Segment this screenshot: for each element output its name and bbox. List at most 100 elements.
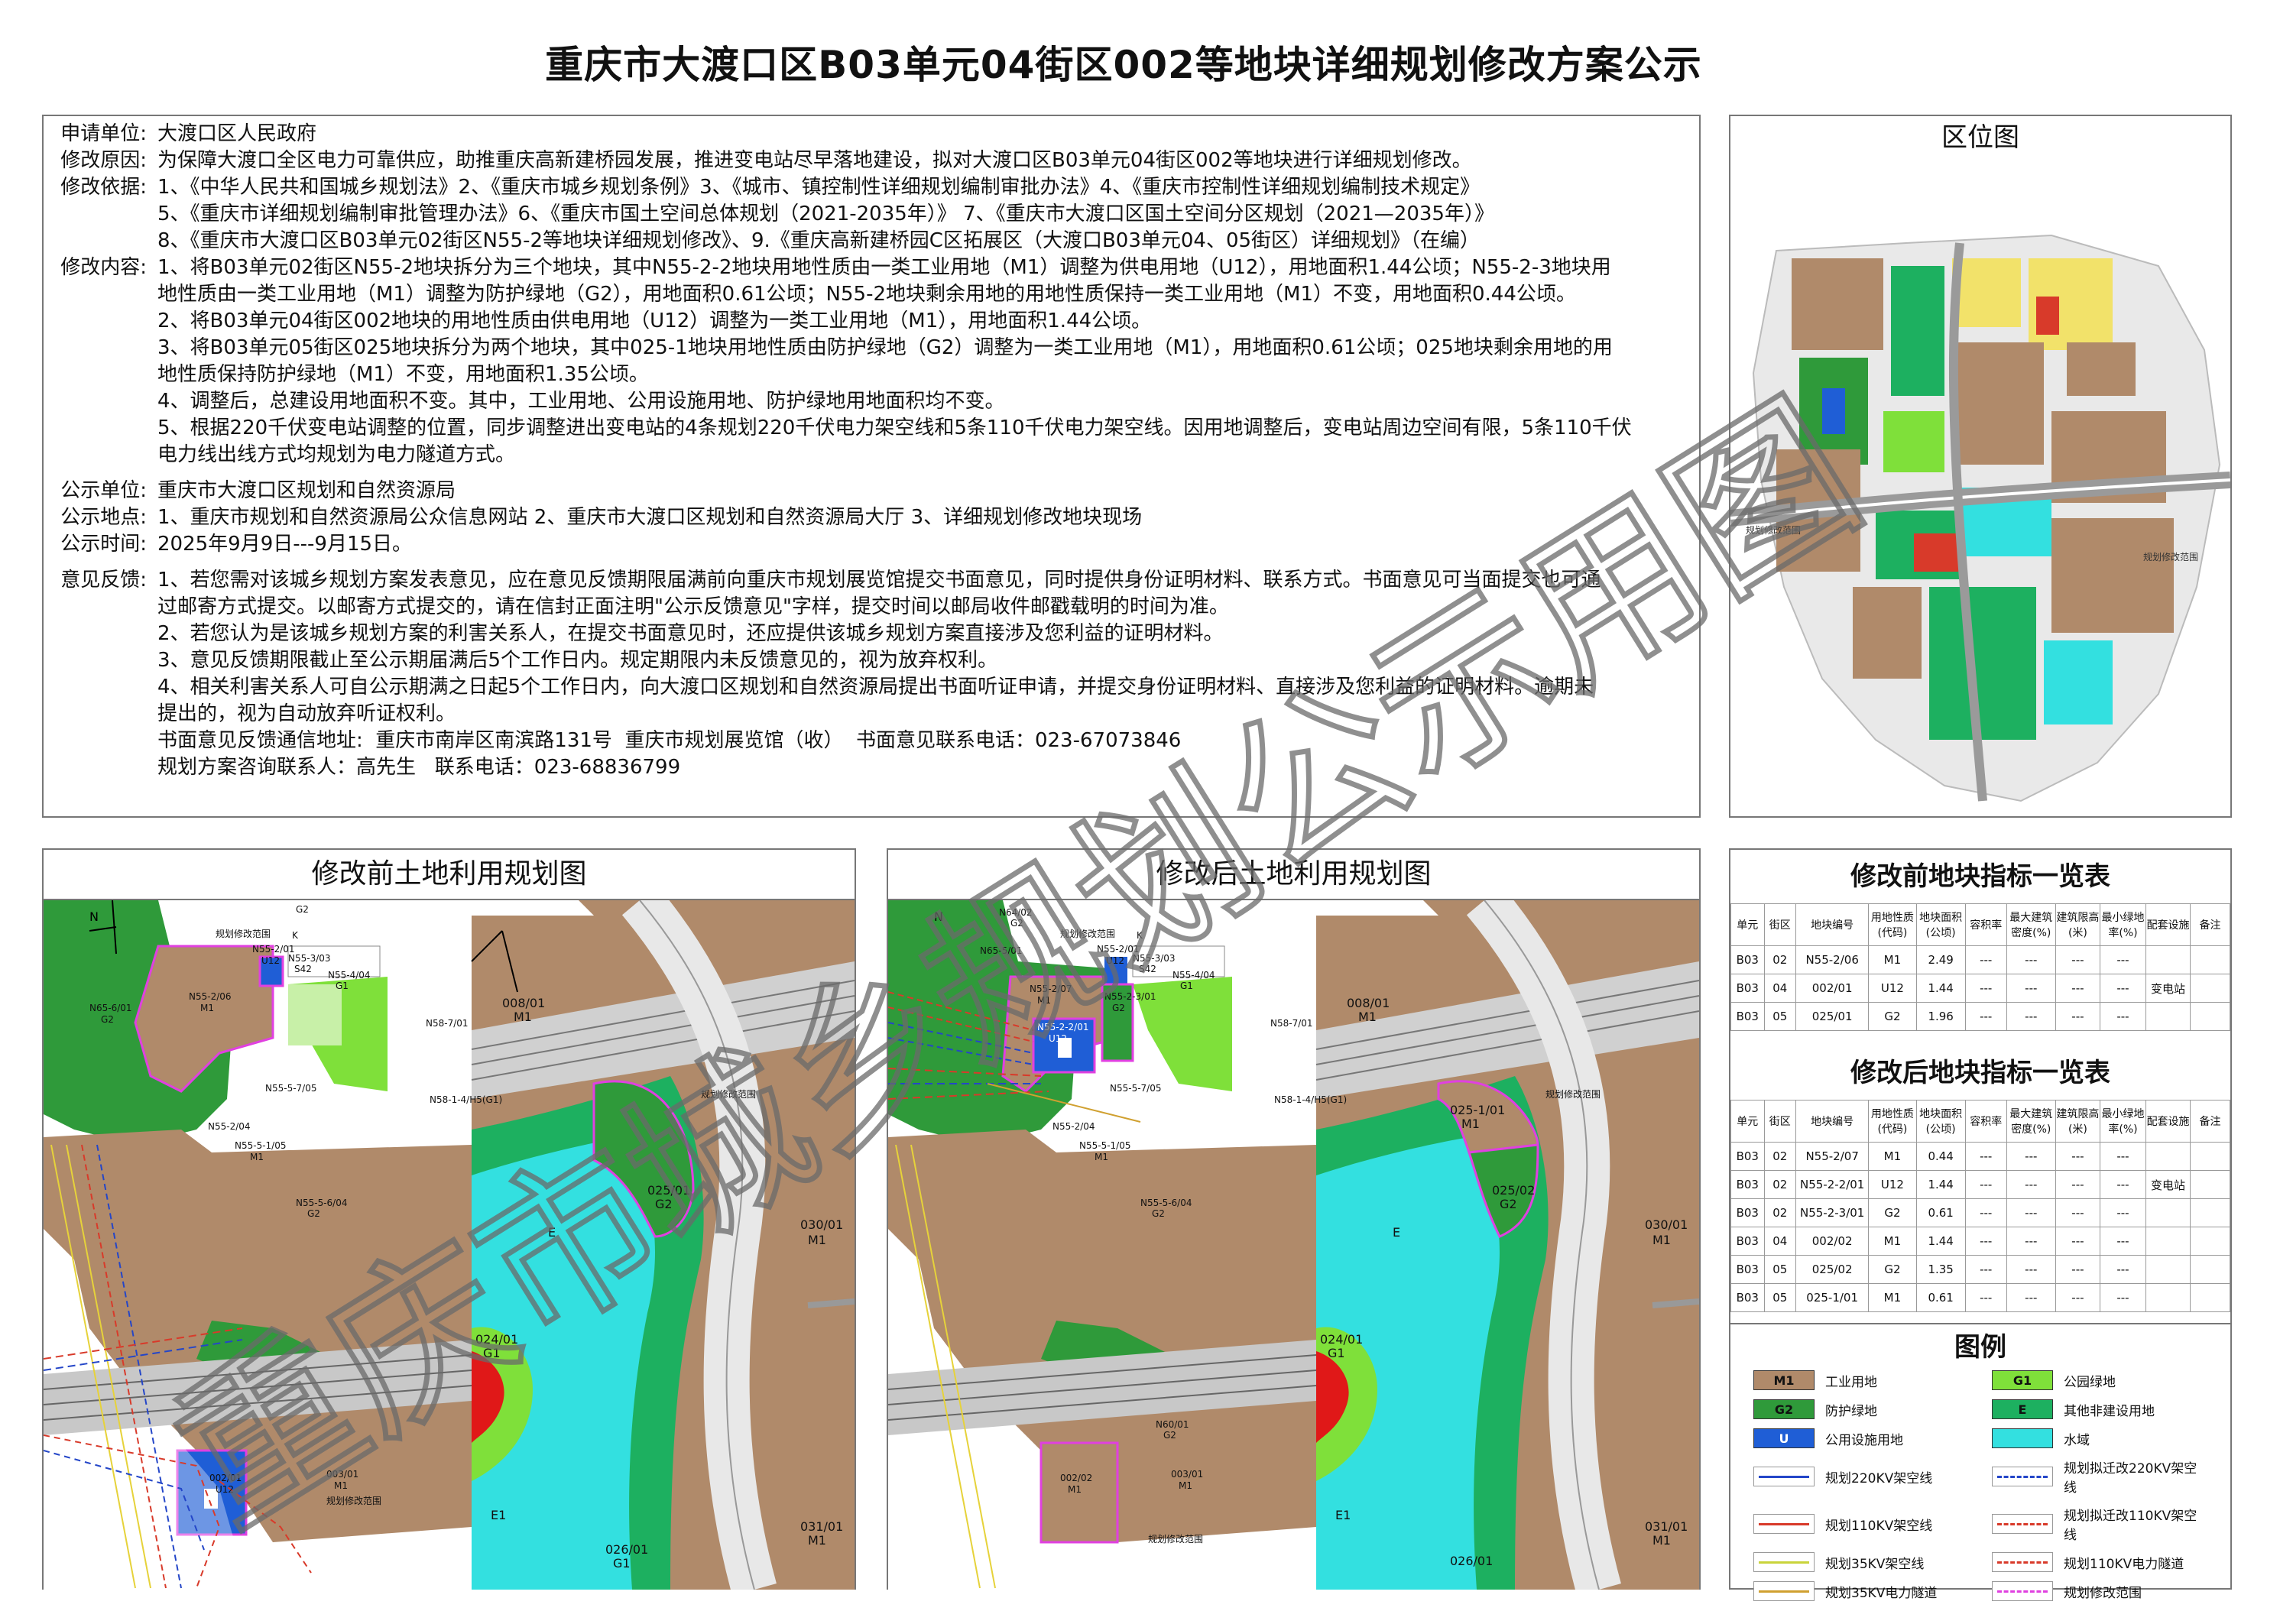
table-cell: ---	[2055, 945, 2100, 974]
th: 建筑限高(米)	[2055, 903, 2100, 946]
legend-item: G1 公园绿地	[1992, 1370, 2207, 1390]
table-cell: ---	[2055, 1002, 2100, 1031]
legend-code: E	[2018, 1402, 2027, 1417]
table-cell: ---	[2006, 1002, 2056, 1031]
loc-block-m1	[2067, 342, 2136, 396]
before-map-panel: 修改前土地利用规划图 N 规划修改范围 N55-2/01 U12 N55-3/0…	[42, 848, 856, 1596]
legend-swatch	[1753, 1552, 1815, 1572]
th: 用地性质(代码)	[1868, 1100, 1917, 1143]
table-row: B03 02 N55-2-2/01 U12 1.44 --- --- --- --- 变电站	[1730, 1170, 2230, 1199]
label-n652: N55-2/07	[1030, 984, 1072, 994]
th: 配套设施	[2145, 903, 2191, 946]
table-cell: ---	[2006, 1198, 2056, 1227]
table-cell: ---	[1964, 1227, 2007, 1256]
label-a031: 031/01	[1645, 1519, 1688, 1534]
legend-item: 规划35KV电力隧道	[1753, 1581, 1969, 1601]
legend-swatch	[1992, 1428, 2053, 1448]
after-map-title: 修改后土地利用规划图	[888, 850, 1699, 900]
feedback-line: 2、若您认为是该城乡规划方案的利害关系人，在提交书面意见时，还应提供该城乡规划方…	[157, 622, 1224, 645]
table-cell: ---	[2006, 945, 2056, 974]
label-b003: 003/01	[326, 1469, 358, 1480]
th: 用地性质(代码)	[1868, 903, 1917, 946]
label-n587: N58-7/01	[1270, 1018, 1313, 1029]
location-map: 规划修改范围 规划修改范围	[1729, 159, 2231, 816]
label-n552c: N55-2/04	[1052, 1121, 1095, 1132]
loc-label-right: 规划修改范围	[2143, 551, 2198, 562]
after-map-panel: 修改后土地利用规划图 N 规划修改范围 N64/02 G2 N65-5/01 N…	[887, 848, 1701, 1596]
table-cell: G2	[1868, 1255, 1917, 1284]
label-n553: N55-3/03	[1133, 953, 1176, 964]
legend-label: 公园绿地	[2064, 1374, 2116, 1390]
table-cell: B03	[1730, 1170, 1765, 1199]
th: 街区	[1763, 903, 1796, 946]
label-n642: N64/02	[999, 907, 1033, 918]
th: 建筑限高(米)	[2055, 1100, 2100, 1143]
table-cell: 05	[1763, 1255, 1796, 1284]
label-b002: 002/01	[209, 1473, 242, 1483]
label-n553-use: S42	[294, 964, 312, 974]
legend-swatch: M1	[1753, 1370, 1815, 1390]
label-n656: N65-6/01	[89, 1003, 132, 1013]
label-n554-use: G1	[336, 981, 349, 991]
feedback-line: 4、相关利害关系人可自公示期满之日起5个工作日内，向大渡口区规划和自然资源局提出…	[157, 676, 1594, 699]
table-cell: ---	[2006, 1227, 2056, 1256]
label-g2-top: G2	[296, 904, 309, 915]
table-cell: ---	[2099, 1170, 2147, 1199]
table-cell	[2145, 1142, 2191, 1171]
basis-label: 修改依据:	[60, 176, 147, 199]
content-line: 4、调整后，总建设用地面积不变。其中，工业用地、公用设施用地、防护绿地用地面积均…	[157, 390, 1005, 413]
table-row: B03 02 N55-2/07 M1 0.44 --- --- --- ---	[1730, 1142, 2230, 1171]
table-cell: 002/02	[1795, 1227, 1870, 1256]
table-cell: ---	[1964, 945, 2007, 974]
th: 备注	[2190, 903, 2230, 946]
label-a002-use: M1	[1068, 1484, 1082, 1495]
table-cell: G2	[1868, 1198, 1917, 1227]
table-cell: ---	[2055, 1170, 2100, 1199]
legend-item: 规划修改范围	[1992, 1581, 2207, 1601]
table-cell: ---	[2099, 974, 2147, 1003]
legend-swatch: U	[1753, 1428, 1815, 1448]
table-cell: N55-2-3/01	[1795, 1198, 1870, 1227]
legend-label: 规划220KV架空线	[1825, 1470, 1933, 1486]
legend-swatch	[1992, 1514, 2053, 1534]
th: 最大建筑密度(%)	[2006, 903, 2056, 946]
legend-swatch	[1992, 1467, 2053, 1486]
contact-line: 规划方案咨询联系人：高先生 联系电话：023-68836799	[157, 756, 681, 779]
label-n656-use: G2	[101, 1014, 114, 1025]
label-boundary-top: 规划修改范围	[216, 928, 271, 939]
table-after-title: 修改后地块指标一览表	[1850, 1058, 2110, 1088]
table-row: B03 04 002/02 M1 1.44 --- --- --- ---	[1730, 1227, 2230, 1256]
label-b030-use: M1	[808, 1233, 826, 1247]
loc-block-m1	[1952, 342, 2044, 465]
legend-item: 规划拟迁改110KV架空线	[1992, 1505, 2207, 1543]
table-cell: 025-1/01	[1795, 1283, 1870, 1312]
label-b008-use: M1	[514, 1010, 532, 1024]
label-boundary-bottom: 规划修改范围	[326, 1495, 381, 1506]
reason-value: 为保障大渡口全区电力可靠供应，助推重庆高新建桥园发展，推进变电站尽早落地建设，拟…	[157, 149, 1472, 172]
label-n601-use: G2	[1163, 1430, 1176, 1441]
legend-swatch	[1992, 1552, 2053, 1572]
label-n552b: N55-2/06	[189, 991, 232, 1002]
table-cell: ---	[2099, 945, 2147, 974]
table-cell: ---	[2099, 1002, 2147, 1031]
table-cell: ---	[2055, 1198, 2100, 1227]
loc-block-e	[1929, 587, 2036, 740]
label-n651: N65-5/01	[980, 945, 1023, 956]
th: 单元	[1730, 1100, 1765, 1143]
time-label: 公示时间:	[60, 533, 147, 556]
table-cell: 02	[1763, 1170, 1796, 1199]
info-panel: 申请单位: 大渡口区人民政府 修改原因: 为保障大渡口全区电力可靠供应，助推重庆高新…	[42, 115, 1701, 818]
th: 备注	[2190, 1100, 2230, 1143]
th: 地块面积(公顷)	[1915, 903, 1966, 946]
label-a030-use: M1	[1652, 1233, 1671, 1247]
legend-code: M1	[1773, 1373, 1795, 1388]
tables-panel: 修改前地块指标一览表 单元 街区 地块编号 用地性质(代码) 地块面积(公顷) 容积率 最大…	[1729, 848, 2232, 1601]
table-cell: 05	[1763, 1002, 1796, 1031]
label-n652-use: M1	[1037, 995, 1051, 1006]
label-n5565: N55-5-6/04	[296, 1198, 348, 1208]
label-n642-use: G2	[1010, 918, 1023, 929]
table-cell: ---	[1964, 1002, 2007, 1031]
table-before-title: 修改前地块指标一览表	[1850, 861, 2110, 892]
table-cell: ---	[2006, 974, 2056, 1003]
table-cell: M1	[1868, 945, 1917, 974]
